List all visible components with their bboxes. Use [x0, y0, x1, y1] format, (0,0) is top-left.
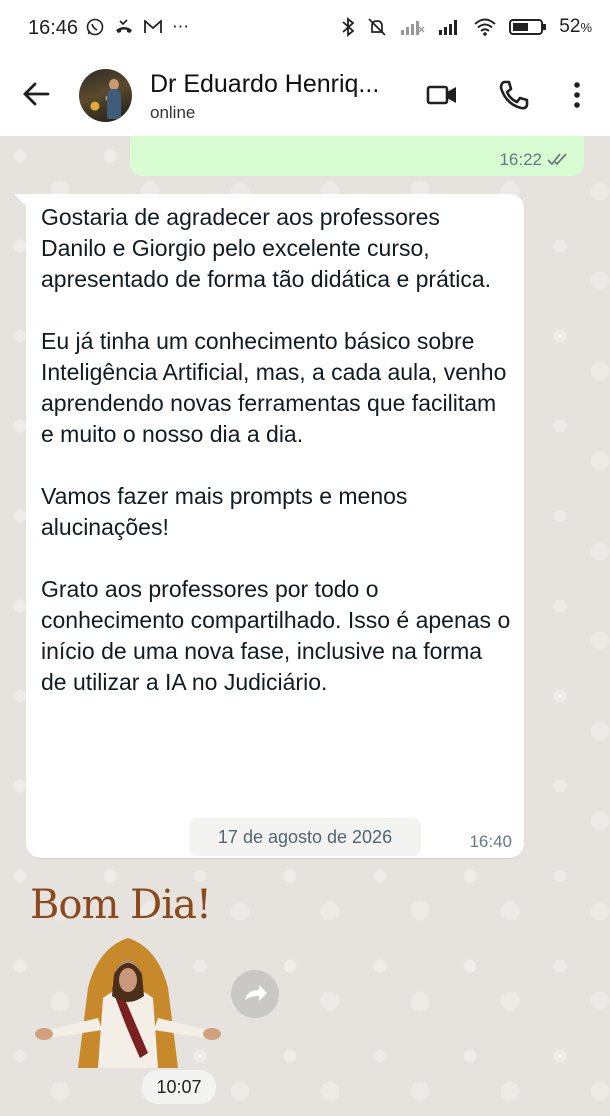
- more-dots-icon: ⋯: [172, 17, 189, 36]
- chat-area[interactable]: 16:22 Gostaria de agradecer aos professo…: [0, 136, 610, 1116]
- mute-icon: [368, 18, 386, 36]
- forward-icon: [245, 985, 267, 1001]
- more-options-icon[interactable]: [565, 78, 589, 112]
- message-paragraph: Eu já tinha um conhecimento básico sobre…: [41, 328, 507, 447]
- missed-call-icon: [116, 19, 132, 33]
- message-text: Gostaria de agradecer aos professores Da…: [41, 202, 511, 698]
- battery-unit: %: [580, 20, 592, 35]
- wifi-icon: [474, 18, 496, 36]
- signal-icon: [401, 21, 425, 35]
- sticker-figure-icon: [35, 938, 221, 1068]
- phone-call-icon[interactable]: [497, 78, 531, 112]
- contact-name[interactable]: Dr Eduardo Henriq...: [150, 70, 379, 99]
- whatsapp-icon: [86, 18, 104, 36]
- bluetooth-icon: [342, 17, 355, 37]
- sticker-time: 10:07: [142, 1070, 216, 1104]
- avatar[interactable]: [79, 69, 132, 122]
- message-paragraph: Vamos fazer mais prompts e menos alucina…: [41, 483, 408, 540]
- status-right-icons: 52%: [341, 16, 592, 38]
- status-bar: 16:46 ⋯ 52%: [0, 0, 610, 56]
- notification-icons: ⋯: [86, 17, 189, 37]
- video-call-icon[interactable]: [425, 78, 459, 112]
- message-time: 16:22: [499, 150, 542, 169]
- gmail-icon: [144, 20, 162, 33]
- sticker-message[interactable]: Bom Dia!: [28, 878, 228, 1078]
- outgoing-message-bubble[interactable]: 16:22: [130, 136, 584, 176]
- message-time: 16:40: [469, 832, 512, 851]
- battery-level: 52%: [559, 16, 592, 38]
- battery-percent: 52: [559, 16, 581, 37]
- forward-button[interactable]: [231, 970, 279, 1018]
- message-paragraph: Grato aos professores por todo o conheci…: [41, 576, 511, 695]
- back-arrow-icon[interactable]: [20, 78, 52, 110]
- battery-icon: [509, 19, 547, 35]
- signal-icon: [439, 20, 458, 35]
- chat-header: Dr Eduardo Henriq... online: [0, 56, 610, 136]
- status-time: 16:46: [28, 17, 79, 39]
- incoming-message-bubble[interactable]: Gostaria de agradecer aos professores Da…: [26, 194, 524, 858]
- avatar-body: [107, 89, 121, 119]
- date-separator: 17 de agosto de 2026: [189, 818, 421, 856]
- contact-status: online: [150, 103, 196, 122]
- read-ticks-icon: [547, 153, 567, 166]
- message-paragraph: Gostaria de agradecer aos professores Da…: [41, 204, 492, 292]
